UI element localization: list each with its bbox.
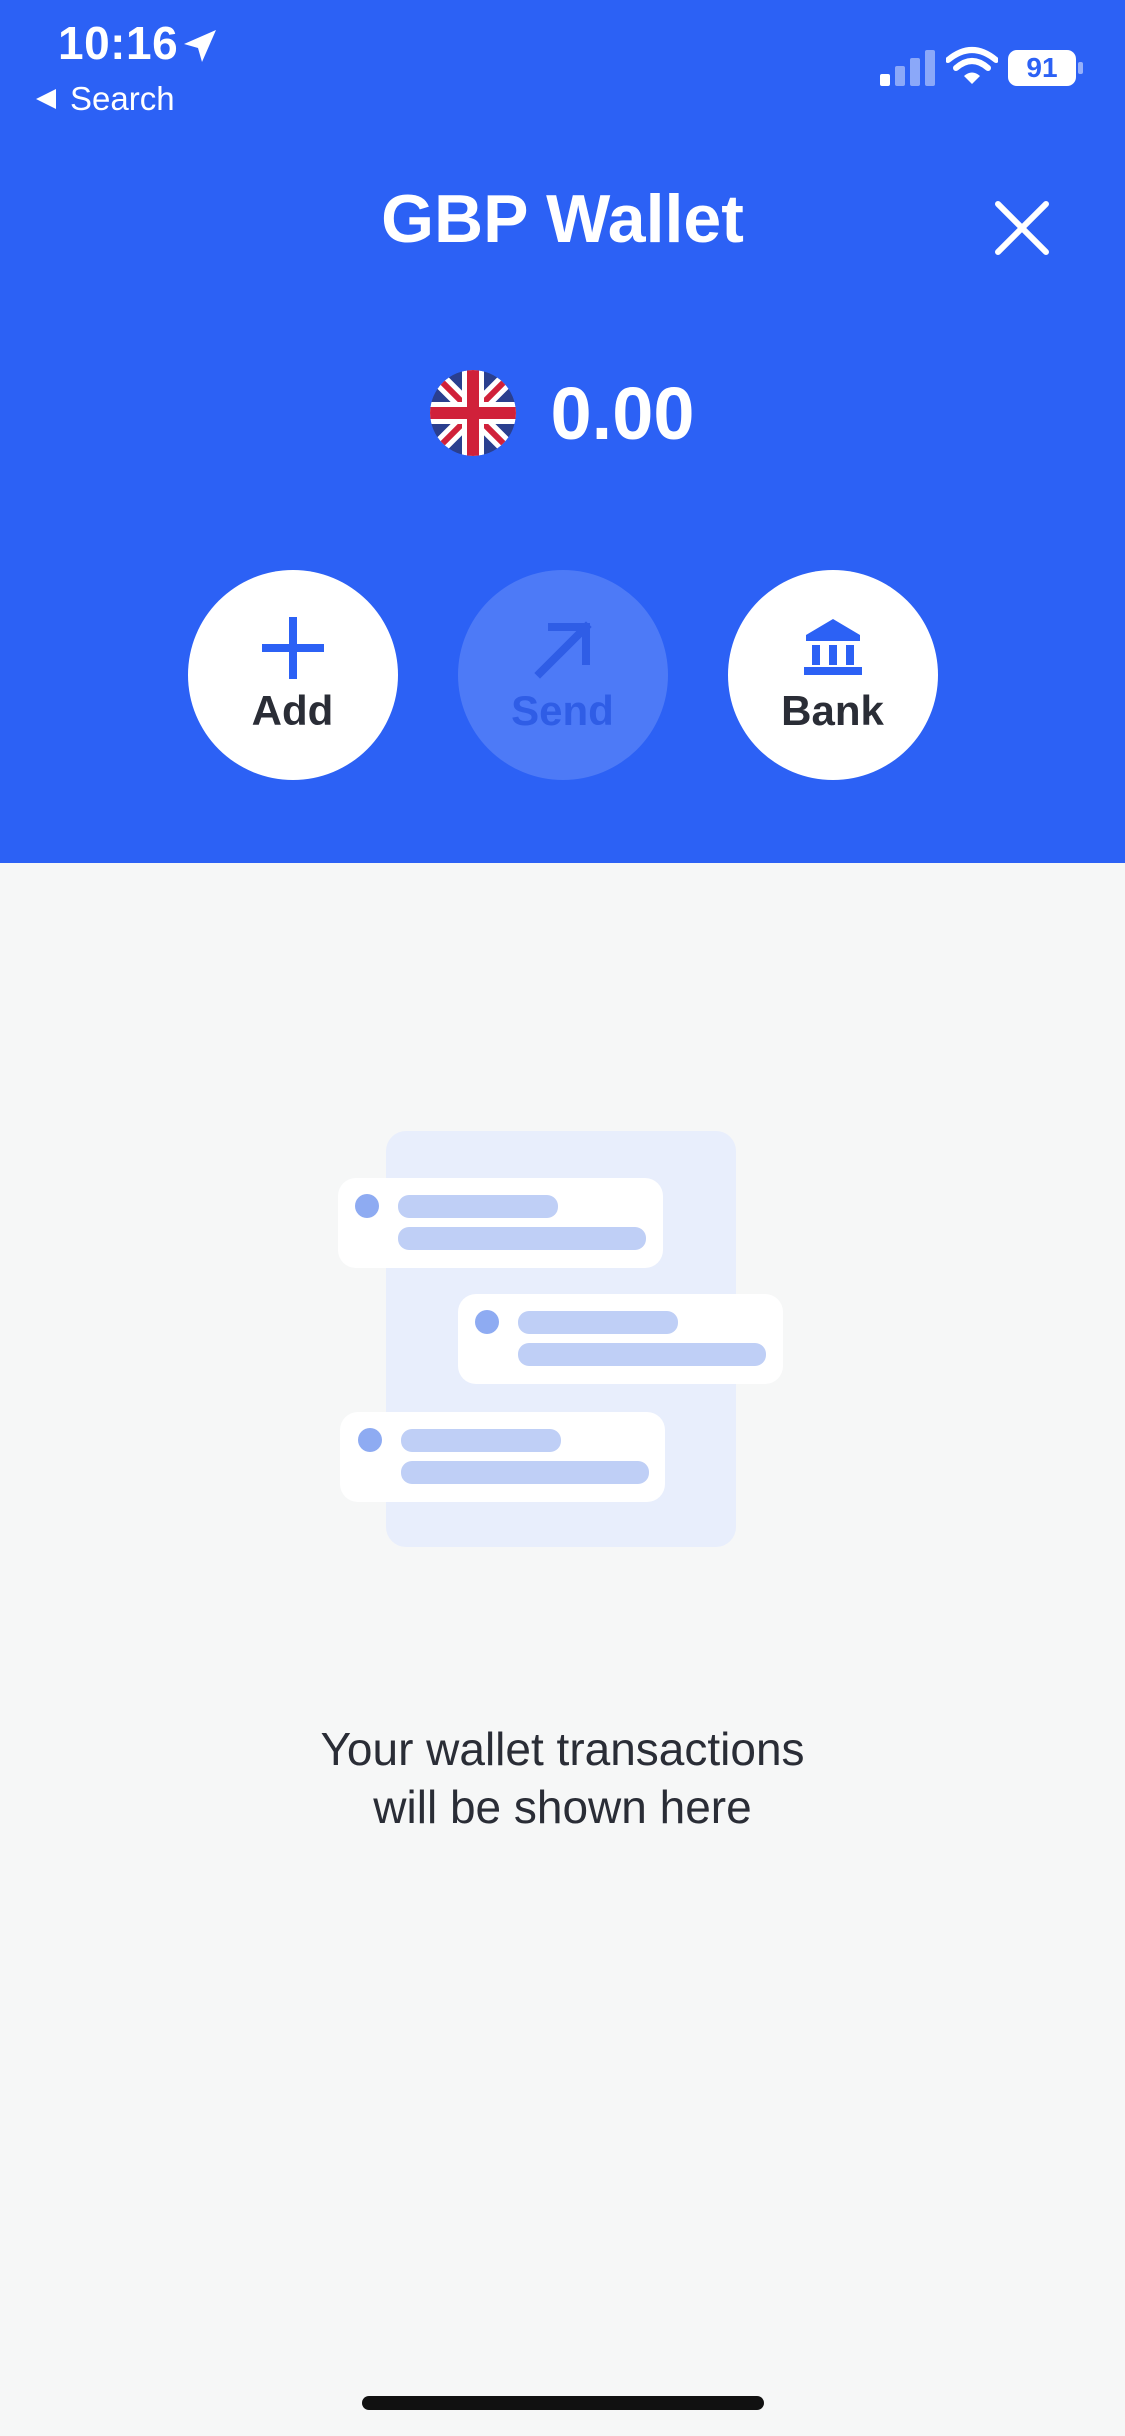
battery-level: 91 — [1026, 52, 1058, 83]
back-triangle-icon — [36, 89, 56, 109]
empty-state-line-2: will be shown here — [373, 1781, 752, 1833]
empty-state-message: Your wallet transactions will be shown h… — [0, 1720, 1125, 1836]
location-arrow-icon — [184, 30, 216, 62]
add-button[interactable]: Add — [187, 570, 398, 780]
empty-transactions-illustration — [338, 1131, 783, 1547]
uk-flag-icon — [430, 370, 517, 456]
bank-label: Bank — [781, 687, 884, 734]
bank-button[interactable]: Bank — [727, 570, 938, 780]
status-time: 10:16 — [58, 17, 179, 69]
back-label: Search — [70, 80, 175, 117]
bank-icon — [803, 619, 862, 675]
page-title: GBP Wallet — [381, 181, 744, 257]
close-icon[interactable] — [990, 196, 1054, 260]
action-buttons: Add Send Bank — [0, 570, 1125, 780]
wallet-header: 10:16 Search 91 GBP Wallet 0.00 Add Send… — [0, 0, 1125, 863]
balance-row: 0.00 — [0, 370, 1125, 456]
add-label: Add — [251, 687, 334, 734]
status-bar: 10:16 Search 91 — [0, 0, 1125, 130]
wallet-balance: 0.00 — [550, 371, 695, 455]
send-label: Send — [511, 687, 614, 734]
send-button[interactable]: Send — [457, 570, 668, 780]
home-indicator[interactable] — [362, 2396, 764, 2410]
send-arrow-icon — [533, 621, 592, 679]
back-to-search[interactable]: Search — [36, 80, 175, 118]
cellular-signal-icon — [880, 50, 935, 86]
plus-icon — [261, 617, 324, 679]
empty-state-line-1: Your wallet transactions — [320, 1723, 805, 1775]
wifi-icon — [946, 47, 998, 84]
